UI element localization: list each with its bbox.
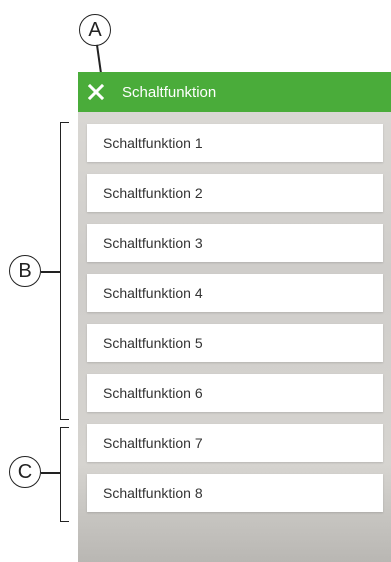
- list-item-schaltfunktion-1[interactable]: Schaltfunktion 1: [87, 124, 383, 162]
- list-item-label: Schaltfunktion 6: [103, 385, 203, 401]
- schaltfunktion-list: Schaltfunktion 1 Schaltfunktion 2 Schalt…: [87, 124, 383, 524]
- list-item-label: Schaltfunktion 1: [103, 135, 203, 151]
- list-item-label: Schaltfunktion 3: [103, 235, 203, 251]
- list-item-label: Schaltfunktion 5: [103, 335, 203, 351]
- list-item-schaltfunktion-8[interactable]: Schaltfunktion 8: [87, 474, 383, 512]
- list-item-label: Schaltfunktion 4: [103, 285, 203, 301]
- list-item-schaltfunktion-2[interactable]: Schaltfunktion 2: [87, 174, 383, 212]
- callout-c-bracket: [60, 427, 69, 522]
- callout-a: A: [79, 14, 111, 46]
- list-item-schaltfunktion-5[interactable]: Schaltfunktion 5: [87, 324, 383, 362]
- close-icon: [88, 84, 104, 100]
- callout-b-leader-line: [41, 271, 61, 273]
- panel-header: Schaltfunktion: [78, 72, 391, 112]
- list-item-schaltfunktion-4[interactable]: Schaltfunktion 4: [87, 274, 383, 312]
- list-item-label: Schaltfunktion 8: [103, 485, 203, 501]
- list-item-schaltfunktion-6[interactable]: Schaltfunktion 6: [87, 374, 383, 412]
- close-button[interactable]: [80, 72, 112, 112]
- list-item-label: Schaltfunktion 7: [103, 435, 203, 451]
- panel-title: Schaltfunktion: [122, 83, 217, 101]
- callout-b: B: [9, 255, 41, 287]
- list-item-label: Schaltfunktion 2: [103, 185, 203, 201]
- callout-c: C: [9, 456, 41, 488]
- schaltfunktion-panel: Schaltfunktion Schaltfunktion 1 Schaltfu…: [78, 72, 391, 562]
- callout-c-leader-line: [41, 472, 61, 474]
- list-item-schaltfunktion-3[interactable]: Schaltfunktion 3: [87, 224, 383, 262]
- list-item-schaltfunktion-7[interactable]: Schaltfunktion 7: [87, 424, 383, 462]
- callout-b-bracket: [60, 122, 69, 420]
